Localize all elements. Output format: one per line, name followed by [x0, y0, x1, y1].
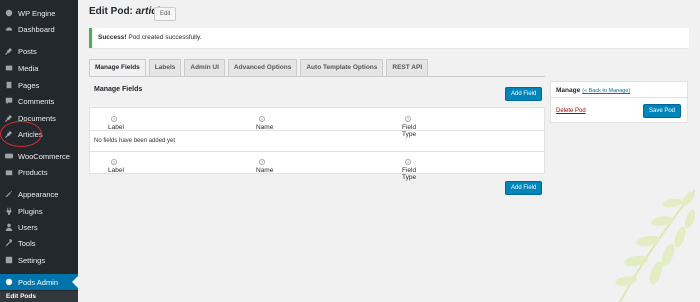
pages-icon: [5, 81, 13, 89]
back-to-manage-link[interactable]: (« Back to Manage): [582, 88, 630, 94]
manage-box: Manage (« Back to Manage) Delete Pod Save…: [550, 81, 688, 123]
pin-icon: [5, 114, 13, 122]
annotation-circle: [0, 121, 42, 147]
add-field-button-bottom[interactable]: Add Field: [505, 181, 543, 195]
admin-sidebar: WP Engine Dashboard Posts Media Pages Co…: [0, 0, 78, 302]
tab-rest-api[interactable]: REST API: [386, 59, 429, 76]
tools-icon: [5, 239, 13, 247]
success-notice: Success! Pod created successfully.: [89, 28, 689, 48]
sidebar-item-label: Pods Admin: [18, 277, 59, 287]
notice-strong: Success!: [98, 34, 127, 41]
active-menu-arrow: [72, 276, 78, 288]
help-icon[interactable]: ?: [111, 116, 117, 122]
help-icon[interactable]: ?: [259, 116, 265, 122]
dashboard-icon: [5, 25, 13, 33]
sidebar-item-label: Dashboard: [18, 24, 55, 34]
row-divider: [90, 130, 544, 131]
sidebar-item-settings[interactable]: Settings: [0, 252, 78, 268]
sidebar-item-label: Products: [18, 167, 48, 177]
notice-text: Pod created successfully.: [126, 34, 202, 41]
pods-icon: [5, 278, 13, 286]
help-icon[interactable]: ?: [405, 159, 411, 165]
add-field-button-top[interactable]: Add Field: [505, 87, 543, 101]
edit-pod-button[interactable]: Edit: [154, 7, 177, 21]
sidebar-item-label: Media: [18, 63, 39, 73]
appearance-icon: [5, 190, 13, 198]
column-header-name[interactable]: Name?: [256, 116, 273, 131]
sidebar-item-label: Posts: [18, 46, 37, 56]
sidebar-item-label: Settings: [18, 255, 46, 265]
sidebar-item-label: WooCommerce: [18, 151, 70, 161]
sidebar-subitem-edit-pods[interactable]: Edit Pods: [0, 291, 78, 302]
sidebar-item-label: Plugins: [18, 206, 43, 216]
sidebar-item-pods-admin[interactable]: Pods Admin: [0, 274, 78, 290]
sidebar-item-label: WP Engine: [18, 8, 56, 18]
tabs-divider: [89, 76, 545, 77]
tab-manage-fields[interactable]: Manage Fields: [89, 59, 146, 76]
help-icon[interactable]: ?: [111, 159, 117, 165]
column-header-label[interactable]: Label?: [108, 116, 124, 131]
comments-icon: [5, 97, 13, 105]
table-footer: Label? Name? Field Type?: [90, 151, 544, 181]
sidebar-item-pages[interactable]: Pages: [0, 77, 78, 93]
pin-icon: [5, 47, 13, 55]
tab-labels[interactable]: Labels: [148, 59, 182, 76]
pod-tabs: Manage Fields Labels Admin UI Advanced O…: [89, 59, 431, 76]
sidebar-item-label: Pages: [18, 80, 40, 90]
sidebar-item-label: Users: [18, 222, 38, 232]
column-footer-field-type[interactable]: Field Type?: [402, 159, 416, 181]
sidebar-item-label: Tools: [18, 238, 36, 248]
media-icon: [5, 64, 13, 72]
sidebar-item-woocommerce[interactable]: WooCommerce: [0, 148, 78, 164]
save-pod-button[interactable]: Save Pod: [643, 104, 682, 118]
sidebar-item-media[interactable]: Media: [0, 60, 78, 76]
manage-fields-heading: Manage Fields: [94, 86, 143, 93]
column-header-field-type[interactable]: Field Type?: [402, 116, 416, 138]
delete-pod-link[interactable]: Delete Pod: [556, 108, 586, 114]
sidebar-item-label: Comments: [18, 96, 55, 106]
help-icon[interactable]: ?: [405, 116, 411, 122]
tab-auto-template-options[interactable]: Auto Template Options: [300, 59, 384, 76]
sidebar-item-users[interactable]: Users: [0, 219, 78, 235]
table-header: Label? Name? Field Type?: [90, 108, 544, 138]
sidebar-item-dashboard[interactable]: Dashboard: [0, 21, 78, 37]
column-footer-label[interactable]: Label?: [108, 159, 124, 174]
sidebar-item-wp-engine[interactable]: WP Engine: [0, 5, 78, 21]
sidebar-item-label: Appearance: [18, 189, 59, 199]
products-icon: [5, 168, 13, 176]
sidebar-item-comments[interactable]: Comments: [0, 93, 78, 109]
empty-fields-message: No fields have been added yet: [94, 138, 176, 144]
users-icon: [5, 223, 13, 231]
sidebar-item-appearance[interactable]: Appearance: [0, 186, 78, 202]
manage-divider: [551, 97, 687, 98]
settings-icon: [5, 256, 13, 264]
column-footer-name[interactable]: Name?: [256, 159, 273, 174]
wp-engine-icon: [5, 9, 13, 17]
plugins-icon: [5, 207, 13, 215]
tab-admin-ui[interactable]: Admin UI: [184, 59, 225, 76]
sidebar-item-products[interactable]: Products: [0, 164, 78, 180]
sidebar-item-plugins[interactable]: Plugins: [0, 203, 78, 219]
tab-advanced-options[interactable]: Advanced Options: [227, 59, 298, 76]
fields-table: Label? Name? Field Type? No fields have …: [89, 107, 545, 181]
pods-leaf-watermark: [615, 189, 696, 302]
woocommerce-icon: [5, 152, 13, 160]
sidebar-item-tools[interactable]: Tools: [0, 235, 78, 251]
help-icon[interactable]: ?: [259, 159, 265, 165]
manage-heading: Manage (« Back to Manage): [556, 87, 631, 94]
sidebar-item-posts[interactable]: Posts: [0, 43, 78, 59]
